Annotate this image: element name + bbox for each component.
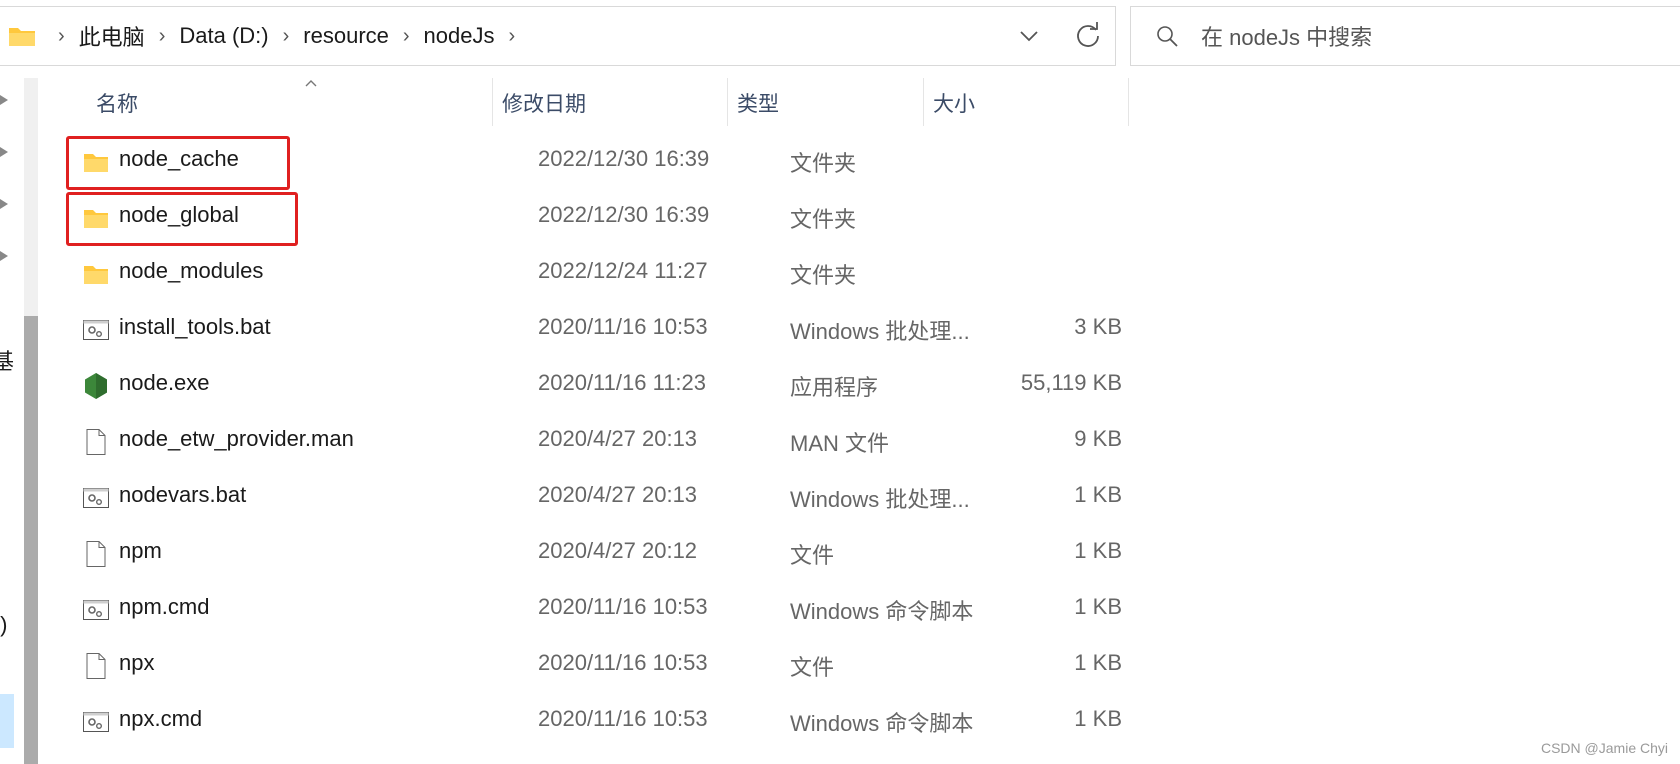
file-name[interactable]: node_etw_provider.man (119, 426, 354, 452)
file-type: 文件夹 (790, 151, 857, 176)
file-name[interactable]: npm.cmd (119, 594, 209, 620)
file-list: 名称 修改日期 类型 大小 node_cache 2022/12/30 16:39… (46, 78, 1130, 764)
column-divider[interactable] (727, 78, 728, 126)
pin-icon[interactable] (0, 248, 14, 264)
file-date: 2020/4/27 20:13 (538, 482, 698, 507)
file-type: 文件夹 (790, 207, 857, 232)
folder-icon (82, 260, 110, 288)
breadcrumb-separator[interactable]: › (403, 25, 410, 48)
batch-file-icon (82, 708, 110, 736)
column-divider[interactable] (923, 78, 924, 126)
file-date: 2020/4/27 20:13 (538, 426, 698, 451)
file-size: 1 KB (1074, 538, 1122, 563)
file-icon (82, 428, 110, 456)
table-row[interactable]: npx 2020/11/16 10:53 文件 1 KB (46, 638, 1130, 694)
file-date: 2020/11/16 10:53 (538, 650, 708, 675)
table-row[interactable]: npx.cmd 2020/11/16 10:53 Windows 命令脚本 1 KB (46, 694, 1130, 750)
column-type[interactable]: 类型 (737, 88, 779, 118)
breadcrumb-this-pc[interactable]: 此电脑 (79, 20, 145, 52)
column-size[interactable]: 大小 (933, 88, 975, 118)
column-date[interactable]: 修改日期 (502, 88, 586, 118)
refresh-icon[interactable] (1072, 19, 1104, 51)
file-size: 3 KB (1074, 314, 1122, 339)
breadcrumb-separator[interactable]: › (283, 25, 290, 48)
table-row[interactable]: node_etw_provider.man 2020/4/27 20:13 MAN … (46, 414, 1130, 470)
navigation-pane: 基 :) (0, 78, 46, 764)
search-input[interactable] (1199, 21, 1663, 55)
sort-ascending-icon (305, 80, 317, 87)
address-bar[interactable]: › 此电脑 › Data (D:) › resource › nodeJs › (0, 6, 1116, 66)
pin-icon[interactable] (0, 196, 14, 212)
chevron-down-icon[interactable] (1014, 21, 1044, 51)
file-date: 2022/12/30 16:39 (538, 146, 710, 171)
table-row[interactable]: npm.cmd 2020/11/16 10:53 Windows 命令脚本 1 KB (46, 582, 1130, 638)
file-type: Windows 批处理... (790, 487, 970, 512)
file-size: 1 KB (1074, 482, 1122, 507)
table-row[interactable]: node.exe 2020/11/16 11:23 应用程序 55,119 KB (46, 358, 1130, 414)
file-size: 9 KB (1074, 426, 1122, 451)
table-row[interactable]: node_cache 2022/12/30 16:39 文件夹 (46, 134, 1130, 190)
file-name[interactable]: npx.cmd (119, 706, 202, 732)
file-icon (82, 652, 110, 680)
file-icon (82, 540, 110, 568)
table-row[interactable]: npm 2020/4/27 20:12 文件 1 KB (46, 526, 1130, 582)
table-row[interactable]: install_tools.bat 2020/11/16 10:53 Windows… (46, 302, 1130, 358)
file-name[interactable]: nodevars.bat (119, 482, 246, 508)
file-type: Windows 批处理... (790, 319, 970, 344)
file-date: 2020/4/27 20:12 (538, 538, 698, 563)
breadcrumb-data-drive[interactable]: Data (D:) (179, 23, 268, 49)
nodejs-app-icon (82, 372, 110, 400)
file-date: 2020/11/16 11:23 (538, 370, 707, 395)
file-size: 1 KB (1074, 594, 1122, 619)
pin-icon[interactable] (0, 144, 14, 160)
file-name[interactable]: node_modules (119, 258, 263, 284)
nav-scrollbar-thumb[interactable] (24, 316, 38, 764)
batch-file-icon (82, 316, 110, 344)
file-type: 应用程序 (790, 375, 879, 400)
watermark: CSDN @Jamie Chyi (1540, 740, 1668, 756)
file-date: 2020/11/16 10:53 (538, 314, 708, 339)
file-type: 文件夹 (790, 263, 857, 288)
file-size: 1 KB (1074, 650, 1122, 675)
highlight-box (66, 192, 298, 246)
breadcrumb: › 此电脑 › Data (D:) › resource › nodeJs › (44, 7, 529, 65)
nav-selected-item[interactable] (0, 694, 14, 748)
file-type: MAN 文件 (790, 431, 890, 456)
column-divider[interactable] (1128, 78, 1129, 126)
file-type: Windows 命令脚本 (790, 599, 974, 624)
file-type: Windows 命令脚本 (790, 711, 974, 736)
file-date: 2022/12/24 11:27 (538, 258, 708, 283)
folder-icon (9, 28, 35, 46)
breadcrumb-resource[interactable]: resource (303, 23, 389, 49)
batch-file-icon (82, 484, 110, 512)
highlight-box (66, 136, 290, 190)
table-row[interactable]: node_global 2022/12/30 16:39 文件夹 (46, 190, 1130, 246)
breadcrumb-nodejs[interactable]: nodeJs (424, 23, 495, 49)
file-name[interactable]: npm (119, 538, 162, 564)
batch-file-icon (82, 596, 110, 624)
file-type: 文件 (790, 655, 835, 680)
file-date: 2022/12/30 16:39 (538, 202, 710, 227)
search-icon (1157, 26, 1178, 47)
column-divider[interactable] (492, 78, 493, 126)
file-date: 2020/11/16 10:53 (538, 706, 708, 731)
file-type: 文件 (790, 543, 835, 568)
nav-item-label[interactable]: :) (0, 612, 7, 638)
column-name[interactable]: 名称 (96, 88, 138, 118)
file-date: 2020/11/16 10:53 (538, 594, 708, 619)
table-row[interactable]: nodevars.bat 2020/4/27 20:13 Windows 批处理..… (46, 470, 1130, 526)
breadcrumb-separator[interactable]: › (509, 25, 516, 48)
search-box[interactable] (1130, 6, 1680, 66)
file-size: 1 KB (1074, 706, 1122, 731)
nav-item-label[interactable]: 基 (0, 344, 14, 376)
breadcrumb-separator[interactable]: › (58, 25, 65, 48)
file-name[interactable]: install_tools.bat (119, 314, 271, 340)
file-name[interactable]: node.exe (119, 370, 210, 396)
breadcrumb-separator[interactable]: › (159, 25, 166, 48)
file-size: 55,119 KB (1020, 370, 1122, 395)
column-header: 名称 修改日期 类型 大小 (46, 78, 1130, 126)
file-name[interactable]: npx (119, 650, 154, 676)
pin-icon[interactable] (0, 92, 14, 108)
table-row[interactable]: node_modules 2022/12/24 11:27 文件夹 (46, 246, 1130, 302)
